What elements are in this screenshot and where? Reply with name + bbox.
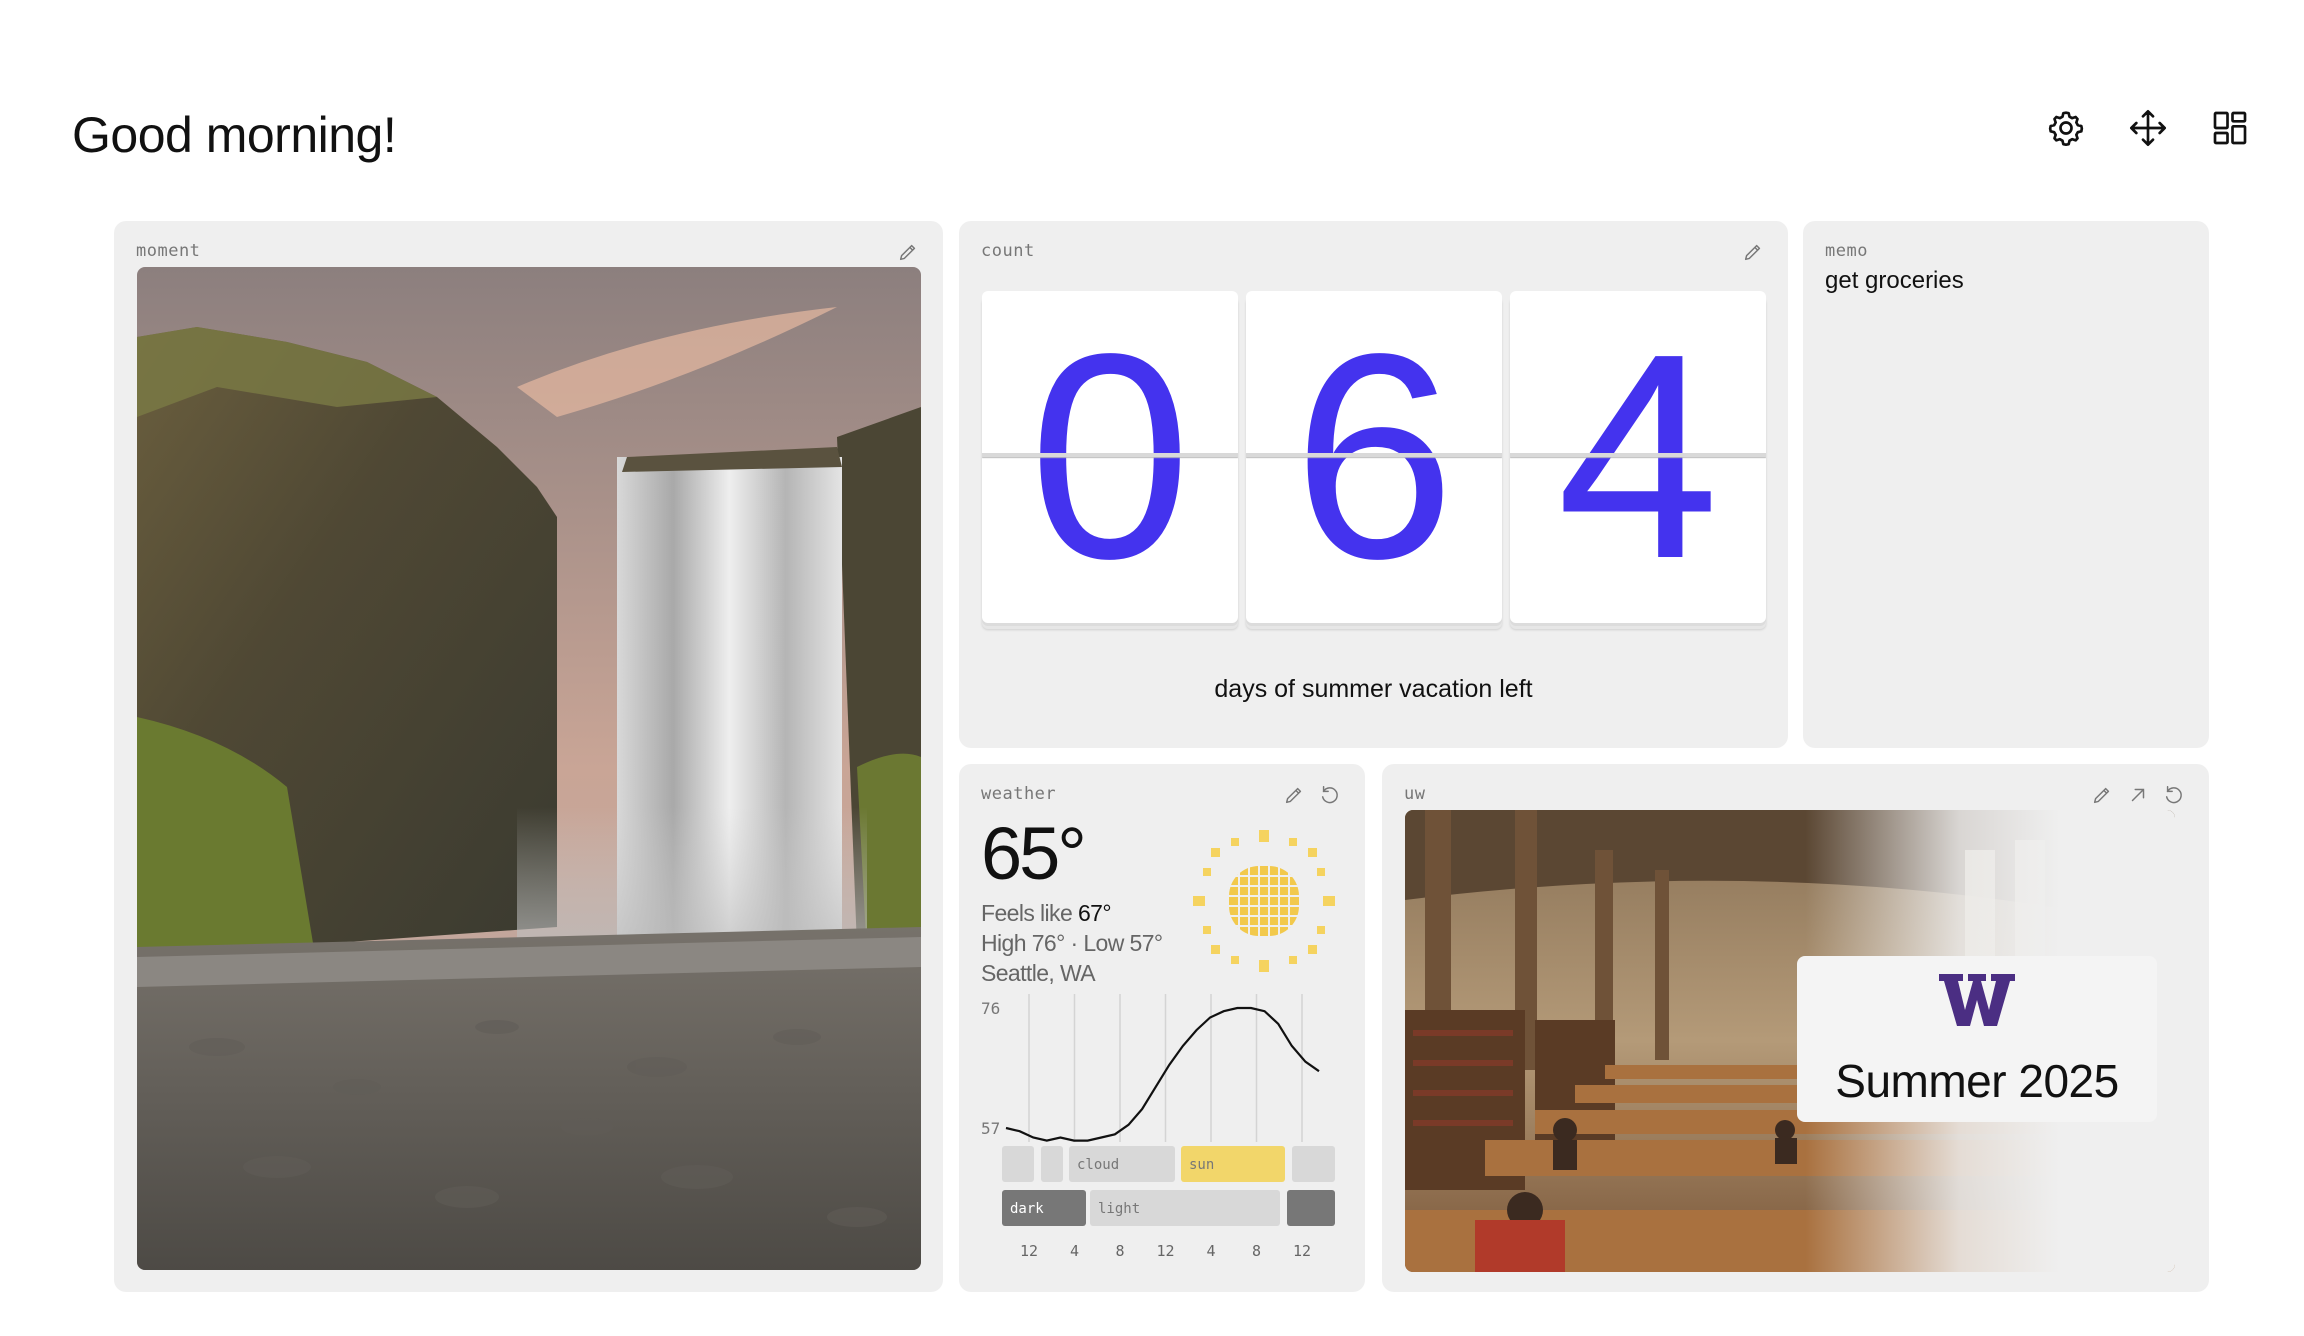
condition-segment bbox=[1292, 1146, 1335, 1182]
weather-edit-button[interactable] bbox=[1281, 782, 1307, 808]
condition-row: cloud sun bbox=[1002, 1146, 1335, 1182]
uw-label: uw bbox=[1404, 784, 1426, 804]
flip-counter: 0 6 4 bbox=[982, 291, 1766, 623]
gear-icon bbox=[2048, 111, 2084, 147]
daylight-segment bbox=[1287, 1190, 1335, 1226]
move-button[interactable] bbox=[2126, 106, 2170, 150]
daylight-label: light bbox=[1098, 1201, 1140, 1217]
memo-text[interactable]: get groceries bbox=[1825, 267, 1964, 295]
pencil-icon bbox=[1285, 787, 1302, 804]
external-arrow-icon bbox=[2131, 788, 2145, 802]
uw-logo bbox=[1797, 970, 2157, 1035]
memo-widget: memo get groceries bbox=[1803, 221, 2209, 748]
count-widget: count 0 6 4 days of summer vacation left bbox=[959, 221, 1788, 748]
x-tick-label: 12 bbox=[1293, 1242, 1311, 1260]
flip-digit: 0 bbox=[982, 291, 1238, 623]
feels-label: Feels like bbox=[981, 900, 1073, 926]
condition-segment bbox=[1002, 1146, 1034, 1182]
y-tick-label: 76 bbox=[981, 999, 1000, 1018]
feels-value: 67° bbox=[1077, 900, 1112, 926]
condition-label: sun bbox=[1189, 1157, 1214, 1173]
daylight-label: dark bbox=[1010, 1201, 1044, 1217]
settings-button[interactable] bbox=[2044, 106, 2088, 150]
sun-icon bbox=[1193, 830, 1335, 972]
condition-segment bbox=[1041, 1146, 1063, 1182]
memo-label: memo bbox=[1825, 241, 1868, 261]
move-arrows-icon bbox=[2130, 110, 2166, 147]
temperature-line bbox=[1005, 1006, 1320, 1142]
refresh-icon bbox=[2165, 786, 2182, 804]
pencil-icon bbox=[1744, 244, 1761, 261]
moment-label: moment bbox=[136, 241, 201, 261]
count-caption: days of summer vacation left bbox=[1214, 675, 1533, 703]
location: Seattle, WA bbox=[981, 960, 1096, 986]
pencil-icon bbox=[899, 244, 916, 261]
flip-digit: 6 bbox=[1246, 291, 1502, 623]
waterfall-photo bbox=[137, 267, 921, 1270]
x-tick-label: 8 bbox=[1252, 1242, 1261, 1260]
layout-grid-icon bbox=[2213, 111, 2247, 145]
uw-open-button[interactable] bbox=[2125, 782, 2151, 808]
uw-edit-button[interactable] bbox=[2089, 782, 2115, 808]
greeting-heading: Good morning! bbox=[72, 107, 397, 163]
weather-widget: weather 65° Feels like 67° High 76° · Lo… bbox=[959, 764, 1365, 1292]
high-low: High 76° · Low 57° bbox=[981, 930, 1163, 956]
x-tick-label: 8 bbox=[1115, 1242, 1124, 1260]
uw-summer-banner: Summer 2025 bbox=[1797, 956, 2157, 1122]
y-tick-label: 57 bbox=[981, 1119, 1000, 1138]
refresh-icon bbox=[1321, 786, 1338, 804]
feels-like: Feels like 67° bbox=[981, 900, 1112, 927]
toolbar bbox=[2044, 106, 2252, 150]
count-label: count bbox=[981, 241, 1035, 261]
x-tick-label: 4 bbox=[1070, 1242, 1079, 1260]
uw-title: Summer 2025 bbox=[1835, 1055, 2119, 1107]
x-tick-label: 12 bbox=[1156, 1242, 1174, 1260]
count-edit-button[interactable] bbox=[1740, 239, 1766, 265]
layout-button[interactable] bbox=[2208, 106, 2252, 150]
weather-label: weather bbox=[981, 784, 1057, 804]
current-temperature: 65° bbox=[981, 812, 1087, 895]
uw-refresh-button[interactable] bbox=[2161, 782, 2187, 808]
x-tick-label: 12 bbox=[1020, 1242, 1038, 1260]
daylight-row: dark light bbox=[1002, 1190, 1335, 1226]
flip-digit: 4 bbox=[1510, 291, 1766, 623]
weather-refresh-button[interactable] bbox=[1317, 782, 1343, 808]
moment-edit-button[interactable] bbox=[895, 239, 921, 265]
pencil-icon bbox=[2093, 787, 2110, 804]
moment-widget: moment bbox=[114, 221, 943, 1292]
condition-label: cloud bbox=[1077, 1157, 1119, 1173]
x-tick-label: 4 bbox=[1206, 1242, 1215, 1260]
temperature-chart: 76 57 cloud sun dark light 12 4 8 12 4 8 12 bbox=[981, 994, 1335, 1260]
